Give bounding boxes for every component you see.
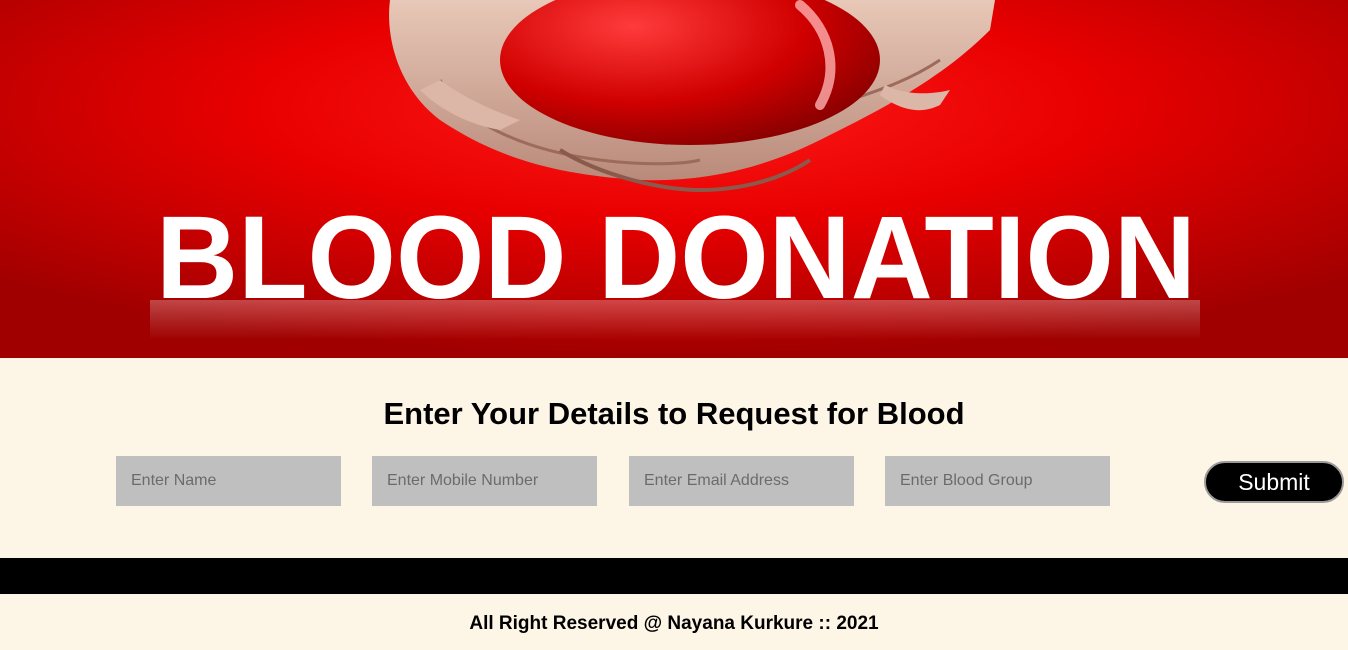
footer-copyright: All Right Reserved @ Nayana Kurkure :: 2… [469, 613, 879, 634]
name-input[interactable] [116, 456, 341, 506]
divider-bar [0, 558, 1348, 594]
email-address-input[interactable] [629, 456, 854, 506]
footer: All Right Reserved @ Nayana Kurkure :: 2… [0, 594, 1348, 650]
submit-button[interactable]: Submit [1204, 461, 1344, 503]
blood-group-input[interactable] [885, 456, 1110, 506]
request-form: Enter Your Details to Request for Blood … [0, 358, 1348, 558]
form-heading: Enter Your Details to Request for Blood [383, 396, 965, 431]
mobile-number-input[interactable] [372, 456, 597, 506]
blood-donation-illustration: BLOOD DONATION [0, 0, 1348, 358]
banner-image: BLOOD DONATION [0, 0, 1348, 358]
